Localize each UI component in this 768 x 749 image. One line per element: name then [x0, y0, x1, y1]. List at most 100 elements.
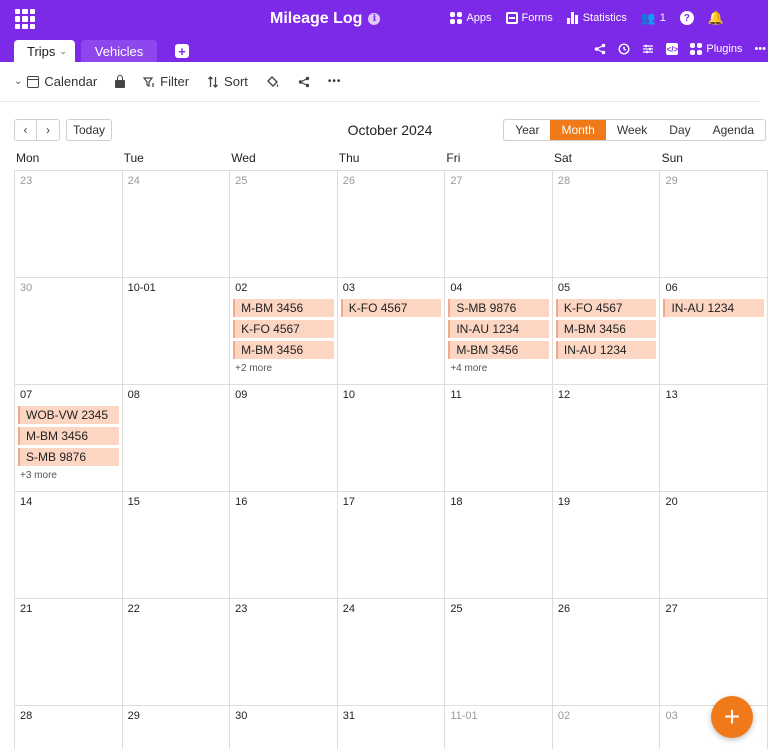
view-year[interactable]: Year: [504, 120, 550, 140]
share-icon[interactable]: [594, 43, 606, 55]
day-cell[interactable]: 23: [15, 171, 123, 278]
collaborators-button[interactable]: 👥 1: [641, 11, 666, 25]
event-chip[interactable]: S-MB 9876: [448, 299, 549, 317]
day-cell[interactable]: 27: [445, 171, 553, 278]
day-cell[interactable]: 03 K-FO 4567: [337, 278, 446, 385]
day-cell[interactable]: 22: [122, 599, 231, 706]
event-chip[interactable]: IN-AU 1234: [448, 320, 549, 338]
event-chip[interactable]: K-FO 4567: [555, 299, 657, 317]
view-month[interactable]: Month: [550, 120, 606, 140]
day-number: 08: [127, 389, 140, 401]
view-agenda[interactable]: Agenda: [702, 120, 765, 140]
add-table-button[interactable]: +: [175, 44, 189, 58]
day-cell[interactable]: 28: [552, 171, 661, 278]
plugins-button[interactable]: Plugins: [690, 43, 742, 55]
page-title: Mileage Log: [270, 10, 363, 27]
day-cell[interactable]: 08: [122, 385, 231, 492]
view-day[interactable]: Day: [658, 120, 701, 140]
day-cell[interactable]: 19: [552, 492, 661, 599]
app-header: Mileage Log i Apps Forms Statistics 👥 1 …: [0, 0, 768, 62]
header-actions: Apps Forms Statistics 👥 1 ? 🔔: [450, 10, 724, 26]
more-events-link[interactable]: +4 more: [448, 363, 549, 374]
statistics-button[interactable]: Statistics: [566, 12, 627, 24]
event-chip[interactable]: M-BM 3456: [18, 427, 119, 445]
lock-icon[interactable]: [115, 74, 126, 88]
day-cell[interactable]: 12: [552, 385, 661, 492]
event-chip[interactable]: S-MB 9876: [18, 448, 119, 466]
forms-button[interactable]: Forms: [505, 12, 553, 24]
day-number: 05: [557, 282, 571, 294]
add-record-button[interactable]: +: [711, 696, 753, 738]
apps-button[interactable]: Apps: [450, 12, 492, 24]
day-number: 09: [235, 389, 248, 401]
day-cell[interactable]: 24: [122, 171, 231, 278]
day-cell[interactable]: 29: [123, 706, 231, 749]
app-grid-icon[interactable]: [15, 9, 35, 29]
day-cell[interactable]: 30: [230, 706, 338, 749]
weekday-sun: Sun: [661, 151, 683, 165]
settings-sliders-icon[interactable]: [642, 43, 654, 55]
day-cell[interactable]: 23: [230, 599, 338, 706]
day-cell[interactable]: 15: [122, 492, 231, 599]
bell-icon[interactable]: 🔔: [708, 10, 724, 26]
day-cell[interactable]: 29: [660, 171, 768, 278]
week-row: 07 WOB-VW 2345 M-BM 3456 S-MB 9876 +3 more 08…: [15, 385, 768, 492]
day-cell[interactable]: 26: [552, 599, 661, 706]
day-cell[interactable]: 10-01: [122, 278, 231, 385]
day-cell[interactable]: 21: [15, 599, 123, 706]
more-events-link[interactable]: +3 more: [18, 470, 119, 481]
event-chip[interactable]: IN-AU 1234: [663, 299, 765, 317]
day-cell[interactable]: 14: [15, 492, 123, 599]
day-cell[interactable]: 25: [445, 599, 553, 706]
day-cell[interactable]: 26: [337, 171, 446, 278]
day-cell[interactable]: 06 IN-AU 1234: [660, 278, 768, 385]
day-cell[interactable]: 28: [15, 706, 123, 749]
sort-button[interactable]: Sort: [207, 74, 248, 89]
history-icon[interactable]: [618, 43, 630, 55]
code-icon[interactable]: </>: [666, 43, 679, 55]
help-icon[interactable]: ?: [679, 11, 694, 25]
day-cell[interactable]: 17: [337, 492, 446, 599]
event-chip[interactable]: K-FO 4567: [340, 299, 442, 317]
day-number: 07: [20, 389, 33, 401]
day-cell[interactable]: 30: [15, 278, 123, 385]
day-cell[interactable]: 11-01: [445, 706, 553, 749]
day-cell[interactable]: 02: [553, 706, 661, 749]
event-chip[interactable]: M-BM 3456: [233, 299, 334, 317]
share-icon[interactable]: [298, 76, 310, 88]
day-cell[interactable]: 07 WOB-VW 2345 M-BM 3456 S-MB 9876 +3 more: [15, 385, 123, 492]
paint-bucket-icon[interactable]: [266, 75, 280, 89]
day-cell[interactable]: 20: [660, 492, 768, 599]
more-options-icon[interactable]: •••: [328, 76, 342, 87]
day-cell[interactable]: 10: [337, 385, 446, 492]
event-chip[interactable]: M-BM 3456: [555, 320, 657, 338]
day-cell[interactable]: 02 M-BM 3456 K-FO 4567 M-BM 3456 +2 more: [230, 278, 338, 385]
day-cell[interactable]: 27: [660, 599, 768, 706]
event-chip[interactable]: K-FO 4567: [233, 320, 334, 338]
day-cell[interactable]: 13: [660, 385, 768, 492]
event-chip[interactable]: M-BM 3456: [233, 341, 334, 359]
day-cell[interactable]: 11: [445, 385, 553, 492]
filter-button[interactable]: Filter: [143, 74, 189, 89]
info-icon[interactable]: i: [368, 13, 381, 25]
day-cell[interactable]: 05 K-FO 4567 M-BM 3456 IN-AU 1234: [552, 278, 661, 385]
day-cell[interactable]: 25: [230, 171, 338, 278]
day-cell[interactable]: 16: [230, 492, 338, 599]
day-cell[interactable]: 09: [230, 385, 338, 492]
view-selector[interactable]: ⌄ Calendar: [14, 74, 97, 89]
day-cell[interactable]: 31: [338, 706, 446, 749]
tab-trips[interactable]: Trips ⌄: [14, 40, 75, 62]
tab-vehicles[interactable]: Vehicles: [81, 40, 157, 62]
base-title[interactable]: Mileage Log i: [270, 10, 381, 28]
day-cell[interactable]: 18: [445, 492, 553, 599]
event-chip[interactable]: WOB-VW 2345: [18, 406, 119, 424]
more-events-link[interactable]: +2 more: [233, 363, 334, 374]
day-cell[interactable]: 24: [337, 599, 446, 706]
view-week[interactable]: Week: [606, 120, 658, 140]
day-cell[interactable]: 04 S-MB 9876 IN-AU 1234 M-BM 3456 +4 more: [445, 278, 553, 385]
event-chip[interactable]: IN-AU 1234: [555, 341, 657, 359]
event-chip[interactable]: M-BM 3456: [448, 341, 549, 359]
more-options-icon[interactable]: •••: [754, 43, 766, 55]
day-number: 21: [20, 603, 33, 615]
weekday-fri: Fri: [446, 151, 461, 165]
